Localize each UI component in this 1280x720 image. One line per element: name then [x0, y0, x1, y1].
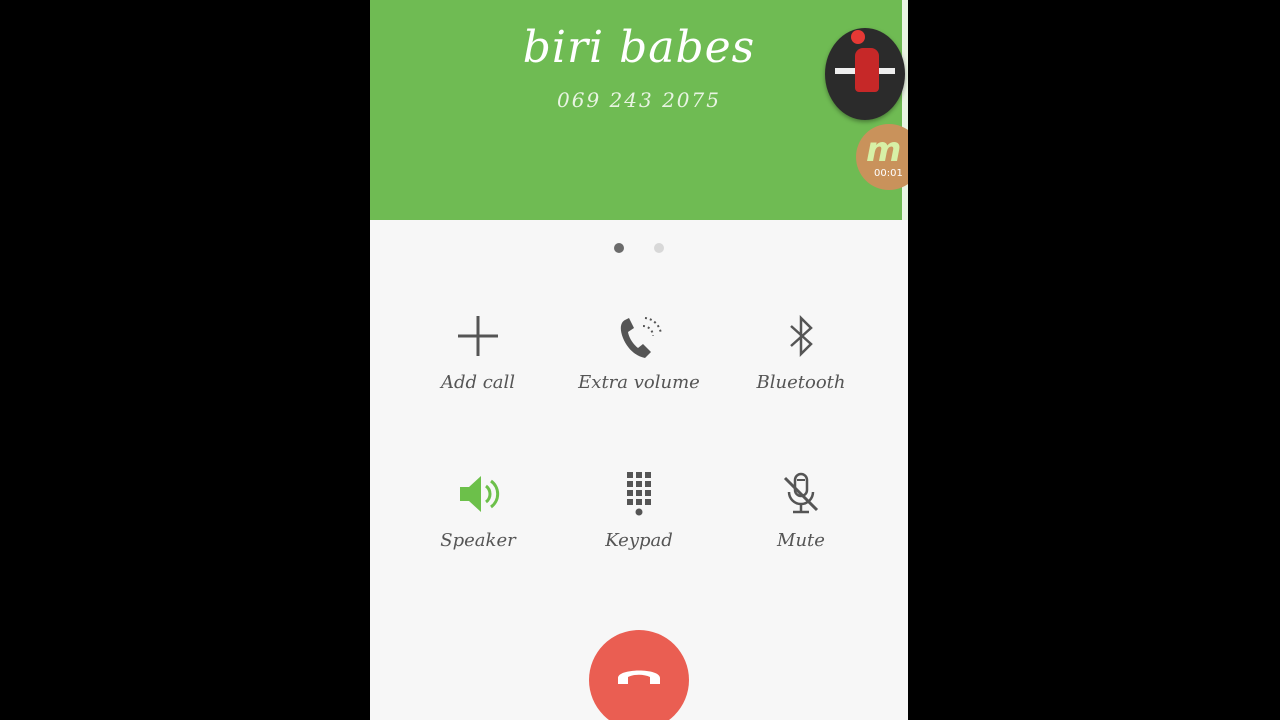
page-dot-inactive[interactable] — [654, 243, 664, 253]
notification-dot — [851, 30, 865, 44]
add-call-button[interactable]: Add call — [403, 312, 553, 412]
end-call-icon — [618, 670, 660, 684]
bluetooth-label: Bluetooth — [756, 372, 846, 393]
plus-icon — [458, 316, 498, 356]
bluetooth-icon — [790, 314, 813, 358]
add-call-label: Add call — [440, 372, 516, 393]
mute-label: Mute — [777, 530, 825, 551]
page-dot-active[interactable] — [614, 243, 624, 253]
phone-volume-icon — [620, 317, 662, 358]
extra-volume-button[interactable]: Extra volume — [564, 312, 714, 412]
speaker-icon — [460, 476, 500, 512]
recorder-logo: m — [866, 130, 902, 170]
recorder-timer: 00:01 — [874, 168, 903, 179]
avatar-figure — [855, 48, 879, 92]
speaker-button[interactable]: Speaker — [403, 470, 553, 570]
floating-chat-head[interactable] — [825, 28, 905, 120]
call-screen: biri babes 069 243 2075 m 00:01 Add call… — [370, 0, 908, 720]
speaker-label: Speaker — [440, 530, 516, 551]
page-indicator — [370, 243, 908, 255]
bluetooth-button[interactable]: Bluetooth — [726, 312, 876, 412]
end-call-button[interactable] — [589, 630, 689, 720]
keypad-label: Keypad — [605, 530, 673, 551]
mic-off-icon — [783, 472, 819, 514]
extra-volume-label: Extra volume — [578, 372, 700, 393]
edge-panel-handle[interactable] — [902, 0, 908, 220]
mute-button[interactable]: Mute — [726, 470, 876, 570]
keypad-button[interactable]: Keypad — [564, 470, 714, 570]
call-header: biri babes 069 243 2075 — [370, 0, 908, 220]
keypad-icon — [627, 472, 651, 516]
